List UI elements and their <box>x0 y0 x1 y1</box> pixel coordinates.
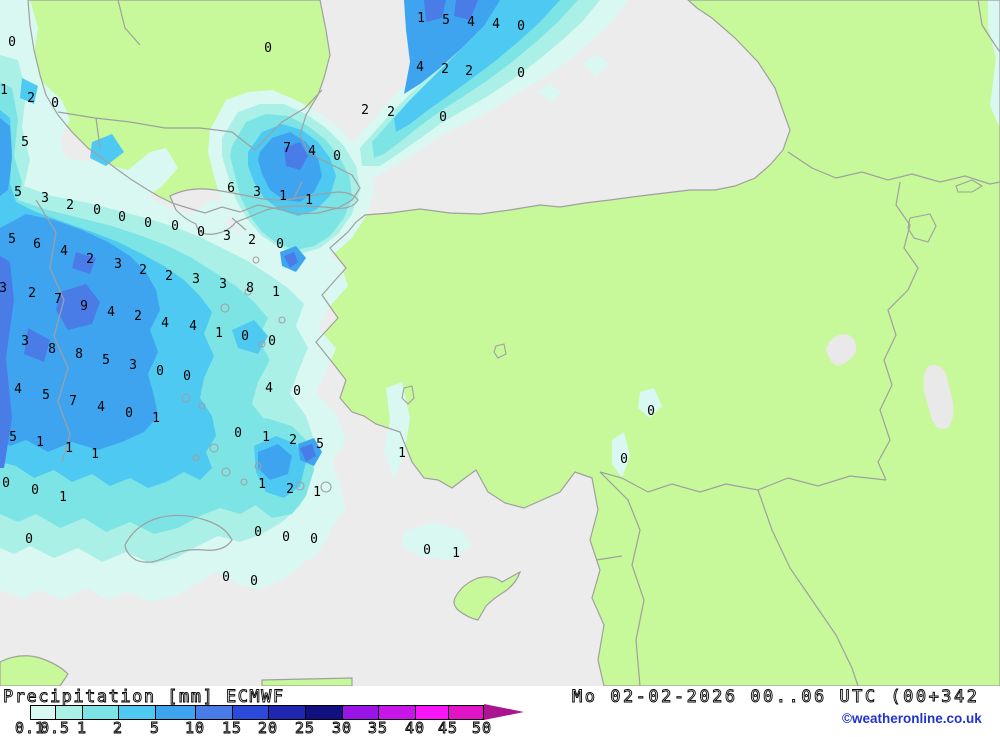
legend-color-cell <box>196 706 233 719</box>
legend-tick-label: 5 <box>150 719 160 737</box>
legend-tick-label: 0.5 <box>40 719 70 737</box>
legend-tick-label: 10 <box>185 719 205 737</box>
legend-color-cell <box>31 706 56 719</box>
legend-tick-label: 15 <box>222 719 242 737</box>
legend-tick-label: 2 <box>113 719 123 737</box>
legend-color-cell <box>416 706 449 719</box>
legend-tick-label: 35 <box>368 719 388 737</box>
legend-tick-labels: 0.10.5125101520253035404550 <box>0 719 560 733</box>
legend-tick-label: 45 <box>438 719 458 737</box>
map-canvas <box>0 0 1000 686</box>
legend-tick-label: 30 <box>332 719 352 737</box>
legend-color-cell <box>119 706 156 719</box>
legend-color-cell <box>306 706 343 719</box>
copyright-link[interactable]: ©weatheronline.co.uk <box>842 711 982 726</box>
legend-color-cell <box>449 706 483 719</box>
legend-title: Precipitation [mm] ECMWF <box>3 687 285 707</box>
weather-map-page: { "legend": { "title": "Precipitation [m… <box>0 0 1000 733</box>
legend-color-cell <box>83 706 119 719</box>
legend-color-cell <box>343 706 379 719</box>
valid-time-label: Mo 02-02-2026 00..06 UTC (00+342 <box>572 687 980 707</box>
legend-color-bar <box>30 705 484 720</box>
precipitation-map: 1544000422012022057405631132000003205642… <box>0 0 1000 686</box>
legend-tick-label: 50 <box>472 719 492 737</box>
legend-color-cell <box>269 706 306 719</box>
legend-arrow-icon <box>484 704 524 720</box>
legend-color-cell <box>156 706 196 719</box>
legend-tick-label: 25 <box>295 719 315 737</box>
legend-tick-label: 40 <box>405 719 425 737</box>
legend-color-cell <box>233 706 269 719</box>
legend-tick-label: 20 <box>258 719 278 737</box>
legend-color-cell <box>56 706 83 719</box>
legend-footer: Precipitation [mm] ECMWF Mo 02-02-2026 0… <box>0 686 1000 733</box>
legend-color-cell <box>379 706 416 719</box>
legend-tick-label: 1 <box>77 719 87 737</box>
